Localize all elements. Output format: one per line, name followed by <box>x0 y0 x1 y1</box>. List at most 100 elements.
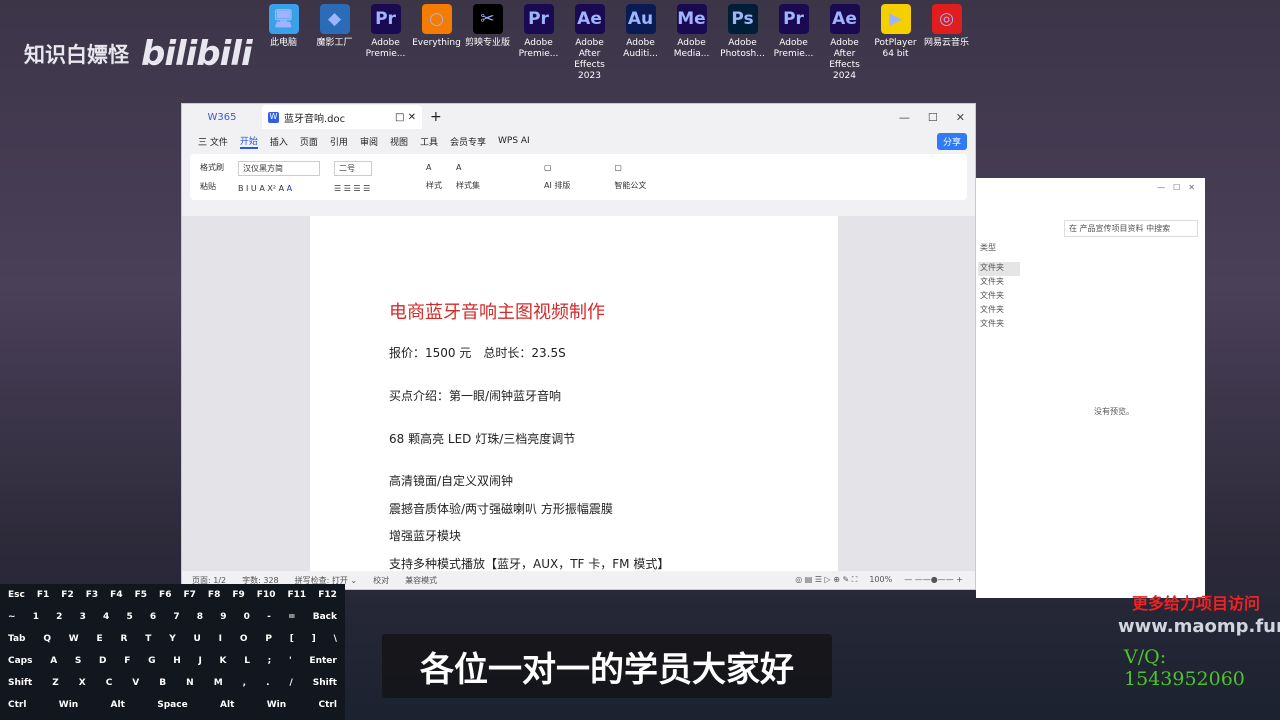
doc-line[interactable]: 报价：1500 元 总时长：23.5S <box>389 344 566 361</box>
key[interactable]: 8 <box>197 612 203 622</box>
key[interactable]: B <box>159 678 166 688</box>
key[interactable]: Caps <box>8 656 32 666</box>
key[interactable]: Space <box>157 700 187 710</box>
key[interactable]: = <box>288 612 296 622</box>
desktop-icon[interactable]: Pr Adobe Premie... <box>768 4 819 82</box>
key[interactable]: F11 <box>288 590 307 600</box>
close-tab-icon[interactable]: □ ✕ <box>395 112 416 123</box>
key[interactable]: . <box>266 678 269 688</box>
key[interactable]: 7 <box>173 612 179 622</box>
key[interactable]: ] <box>312 634 316 644</box>
view-icons[interactable]: ◎ ▤ ☰ ▷ ⊕ ✎ ⛶ <box>795 575 857 585</box>
doc-line[interactable]: 高清镜面/自定义双闹钟 <box>389 472 513 489</box>
zoom-slider[interactable]: — ——●—— + <box>904 575 963 585</box>
smart-doc-button[interactable]: 智能公文 <box>614 180 646 191</box>
key[interactable]: A <box>50 656 57 666</box>
key[interactable]: 6 <box>150 612 156 622</box>
menu-tab[interactable]: 开始 <box>239 134 258 149</box>
menu-tab[interactable]: 页面 <box>300 135 318 148</box>
font-size-select[interactable]: 二号 <box>334 161 372 176</box>
key[interactable]: S <box>75 656 81 666</box>
key[interactable]: N <box>186 678 194 688</box>
key[interactable]: 1 <box>33 612 39 622</box>
key[interactable]: Alt <box>111 700 125 710</box>
key[interactable]: Shift <box>313 678 337 688</box>
desktop-icon[interactable]: Me Adobe Media... <box>666 4 717 82</box>
key[interactable]: F1 <box>37 590 49 600</box>
desktop-icon[interactable]: Au Adobe Auditi... <box>615 4 666 82</box>
key[interactable]: 2 <box>56 612 62 622</box>
key[interactable]: H <box>173 656 181 666</box>
desktop-icon[interactable]: Ps Adobe Photosh... <box>717 4 768 82</box>
key[interactable]: Shift <box>8 678 32 688</box>
key[interactable]: ; <box>268 656 272 666</box>
key[interactable]: F7 <box>183 590 195 600</box>
key[interactable]: M <box>214 678 223 688</box>
key[interactable]: E <box>97 634 103 644</box>
desktop-icon[interactable]: Ae Adobe After Effects 2024 <box>819 4 870 82</box>
menu-tab[interactable]: 会员专享 <box>450 135 486 148</box>
menu-tab[interactable]: WPS AI <box>498 136 530 146</box>
maximize-button[interactable]: ☐ <box>928 111 938 124</box>
new-tab-button[interactable]: + <box>430 109 442 125</box>
desktop-icon[interactable]: ✂ 剪映专业版 <box>462 4 513 82</box>
menu-tab[interactable]: 审阅 <box>360 135 378 148</box>
key[interactable]: - <box>267 612 271 622</box>
desktop-icon[interactable]: ◎ 网易云音乐 <box>921 4 972 82</box>
paste-button[interactable]: 粘贴 <box>200 181 224 192</box>
key[interactable]: I <box>219 634 222 644</box>
key[interactable]: U <box>194 634 201 644</box>
key[interactable]: ' <box>289 656 292 666</box>
explorer-item[interactable]: 文件夹 <box>978 262 1020 276</box>
key[interactable]: J <box>198 656 201 666</box>
key[interactable]: 3 <box>80 612 86 622</box>
key[interactable]: 0 <box>244 612 250 622</box>
key[interactable]: Back <box>313 612 337 622</box>
ai-layout-button[interactable]: AI 排版 <box>544 180 570 191</box>
key[interactable]: F10 <box>257 590 276 600</box>
explorer-item[interactable]: 文件夹 <box>978 290 1020 304</box>
style-set-button[interactable]: 样式集 <box>456 180 480 191</box>
format-painter-button[interactable]: 格式刷 <box>200 162 224 173</box>
key[interactable]: 5 <box>126 612 132 622</box>
document-tab[interactable]: W 蓝牙音响.doc □ ✕ <box>262 105 422 129</box>
key[interactable]: Ctrl <box>319 700 337 710</box>
key[interactable]: F5 <box>135 590 147 600</box>
menu-tab[interactable]: 三 文件 <box>198 135 228 148</box>
key[interactable]: F8 <box>208 590 220 600</box>
key[interactable]: Tab <box>8 634 26 644</box>
close-button[interactable]: ✕ <box>956 111 965 124</box>
key[interactable]: / <box>290 678 293 688</box>
key[interactable]: Esc <box>8 590 25 600</box>
key[interactable]: F4 <box>110 590 122 600</box>
key[interactable]: Ctrl <box>8 700 26 710</box>
key[interactable]: 9 <box>220 612 226 622</box>
desktop-icon[interactable]: ◆ 魔影工厂 <box>309 4 360 82</box>
doc-line[interactable]: 增强蓝牙模块 <box>389 527 461 544</box>
key[interactable]: Z <box>52 678 59 688</box>
key[interactable]: Alt <box>220 700 234 710</box>
key[interactable]: T <box>145 634 151 644</box>
proofread-button[interactable]: 校对 <box>373 575 389 586</box>
desktop-icon[interactable]: Pr Adobe Premie... <box>360 4 411 82</box>
key[interactable]: X <box>79 678 86 688</box>
font-select[interactable]: 汉仪黑方简 <box>238 161 320 176</box>
desktop-icon[interactable]: 🖥 此电脑 <box>258 4 309 82</box>
menu-tab[interactable]: 视图 <box>390 135 408 148</box>
styles-button[interactable]: 样式 <box>426 180 442 191</box>
desktop-icon[interactable]: Pr Adobe Premie... <box>513 4 564 82</box>
share-button[interactable]: 分享 <box>936 132 967 150</box>
key[interactable]: L <box>244 656 250 666</box>
desktop-icon[interactable]: ▶ PotPlayer 64 bit <box>870 4 921 82</box>
key[interactable]: O <box>240 634 248 644</box>
key[interactable]: Win <box>267 700 286 710</box>
key[interactable]: F3 <box>86 590 98 600</box>
key[interactable]: F6 <box>159 590 171 600</box>
explorer-window-controls[interactable]: — ☐ ✕ <box>976 178 1205 197</box>
explorer-item[interactable]: 文件夹 <box>978 276 1020 290</box>
doc-line[interactable]: 震撼音质体验/两寸强磁喇叭 方形振幅震膜 <box>389 500 613 517</box>
key[interactable]: F <box>124 656 130 666</box>
key[interactable]: D <box>99 656 106 666</box>
menu-tab[interactable]: 插入 <box>270 135 288 148</box>
key[interactable]: C <box>106 678 113 688</box>
